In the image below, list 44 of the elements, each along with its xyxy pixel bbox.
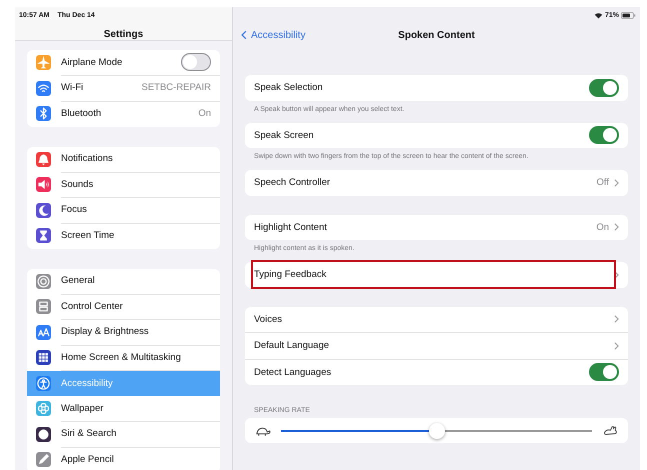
toggle-switch[interactable] <box>589 126 619 144</box>
settings-row[interactable]: Detect Languages <box>245 360 628 385</box>
sidebar-item[interactable]: Control Center <box>27 294 220 320</box>
sidebar-item[interactable]: Apple Pencil <box>27 447 220 470</box>
chevron-right-icon <box>614 342 619 350</box>
toggle-switch[interactable] <box>181 53 211 72</box>
settings-row[interactable]: Speak Selection <box>245 75 628 100</box>
slider-track[interactable] <box>281 422 592 438</box>
slider-thumb[interactable] <box>428 422 444 438</box>
row-value: On <box>198 108 211 120</box>
settings-row[interactable]: Default Language <box>245 333 628 360</box>
settings-row[interactable]: Speak Screen <box>245 122 628 148</box>
settings-row[interactable]: Highlight Content On <box>245 214 628 240</box>
sidebar-item[interactable]: Display & Brightness <box>27 320 220 345</box>
chevron-right-icon <box>614 315 619 324</box>
sidebar-item[interactable]: Screen Time <box>27 223 220 248</box>
back-button[interactable]: Accessibility <box>241 30 306 40</box>
sidebar-item[interactable]: Airplane Mode <box>27 50 220 76</box>
toggle-switch[interactable] <box>589 78 619 97</box>
row-value: SETBC-REPAIR <box>141 82 211 94</box>
sidebar-item[interactable]: Siri & Search <box>27 422 220 447</box>
row-value: Off <box>596 177 609 188</box>
turtle-icon <box>254 424 271 436</box>
toggle-switch[interactable] <box>589 363 619 382</box>
row-value: On <box>596 222 609 233</box>
sidebar-item[interactable]: Wi-Fi SETBC-REPAIR <box>27 76 220 101</box>
page-title: Spoken Content <box>398 30 475 40</box>
sidebar-item[interactable]: General <box>27 268 220 294</box>
chevron-right-icon <box>614 178 619 187</box>
sidebar-title: Settings <box>102 29 144 40</box>
chevron-left-icon <box>241 30 247 40</box>
settings-row[interactable]: Voices <box>245 306 628 333</box>
wifi-icon <box>594 12 603 19</box>
chevron-right-icon <box>614 270 619 279</box>
sidebar-item[interactable]: Sounds <box>27 172 220 198</box>
sidebar-item[interactable]: Wallpaper <box>27 396 220 422</box>
sidebar-item[interactable]: Notifications <box>27 146 220 172</box>
sidebar-item[interactable]: Focus <box>27 198 220 223</box>
hare-icon <box>602 424 619 436</box>
chevron-right-icon <box>614 223 619 232</box>
settings-row[interactable]: Speech Controller Off <box>245 170 628 196</box>
battery-icon <box>621 12 636 19</box>
sidebar-item[interactable]: Bluetooth On <box>27 101 220 126</box>
settings-row[interactable]: Typing Feedback <box>245 262 628 288</box>
